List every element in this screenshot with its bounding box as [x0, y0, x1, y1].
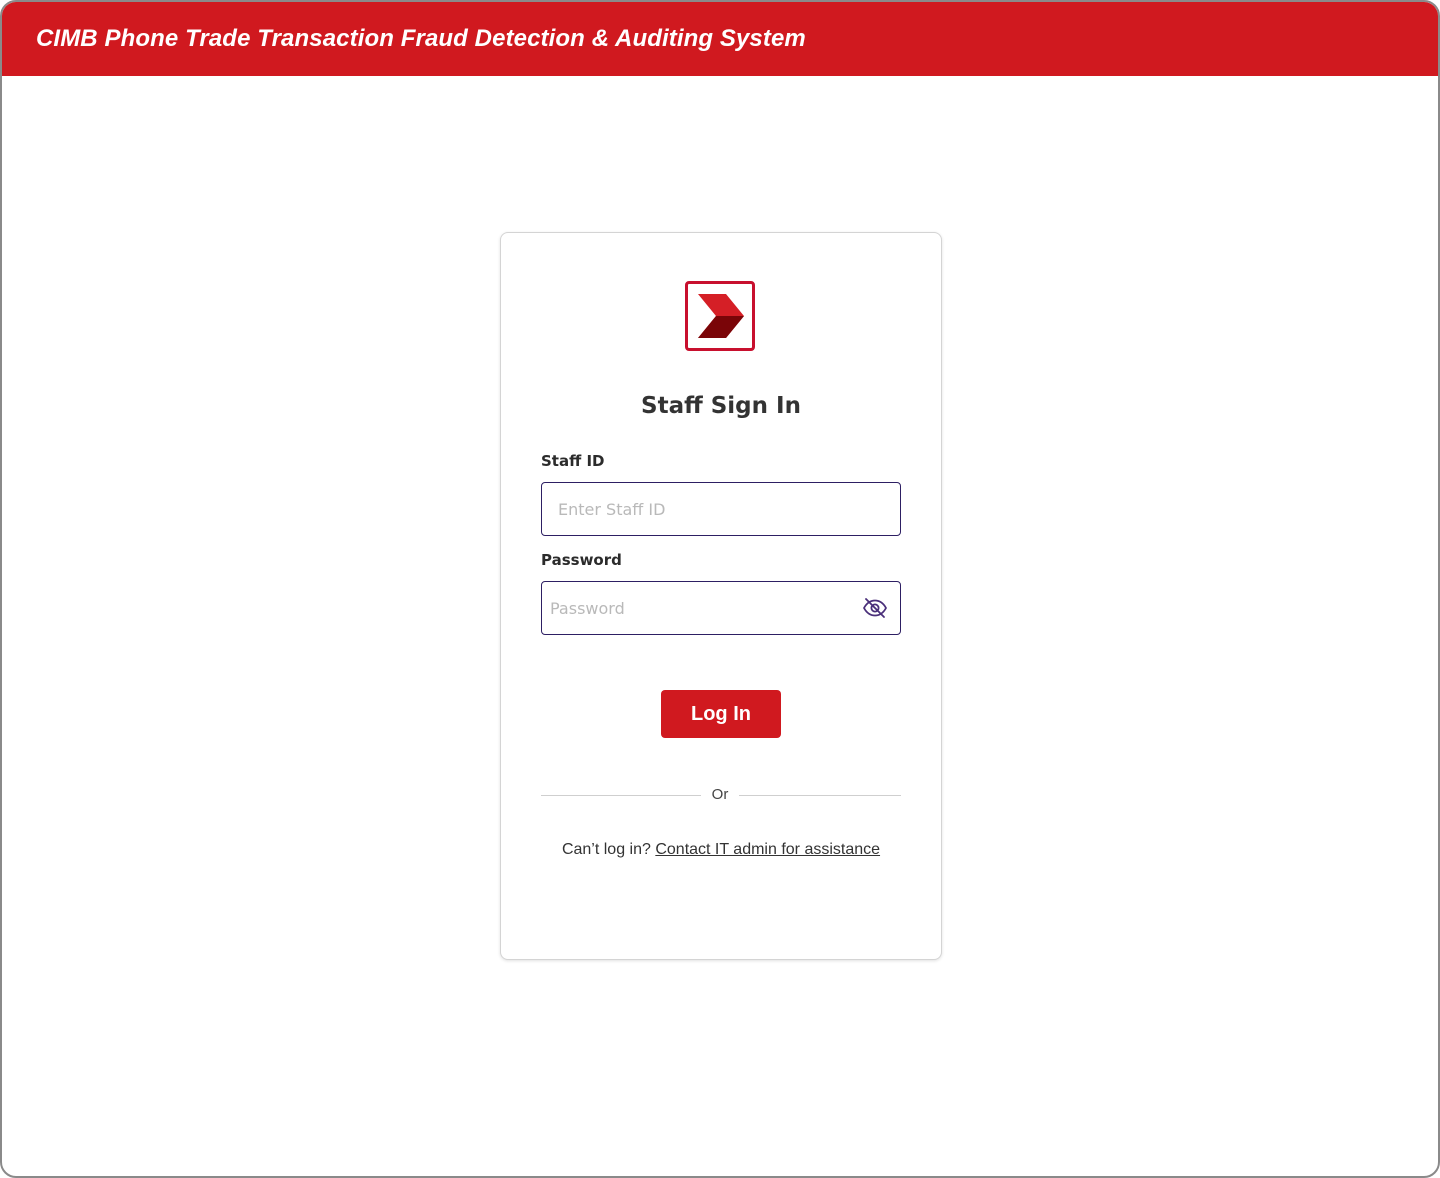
staff-id-label: Staff ID — [541, 452, 605, 470]
divider-or-text: Or — [711, 786, 729, 803]
app-header: CIMB Phone Trade Transaction Fraud Detec… — [2, 2, 1438, 76]
help-text: Can’t log in? — [561, 841, 651, 858]
password-input[interactable] — [542, 582, 900, 634]
app-window: CIMB Phone Trade Transaction Fraud Detec… — [0, 0, 1440, 1178]
password-field-container — [541, 581, 901, 635]
page-title: Staff Sign In — [641, 393, 801, 419]
app-title: CIMB Phone Trade Transaction Fraud Detec… — [36, 25, 806, 52]
divider-line-right — [739, 795, 901, 796]
help-row: Can’t log in? Contact IT admin for assis… — [501, 841, 941, 859]
cimb-logo-icon — [685, 281, 755, 351]
divider-line-left — [541, 795, 701, 796]
staff-id-field-container — [541, 482, 901, 536]
contact-it-admin-link[interactable]: Contact IT admin for assistance — [655, 841, 880, 858]
log-in-button[interactable]: Log In — [661, 690, 781, 738]
login-card: Staff Sign In Staff ID Password Log In O… — [500, 232, 942, 960]
password-label: Password — [541, 551, 622, 569]
staff-id-input[interactable] — [542, 483, 900, 535]
eye-off-icon[interactable] — [862, 596, 888, 620]
